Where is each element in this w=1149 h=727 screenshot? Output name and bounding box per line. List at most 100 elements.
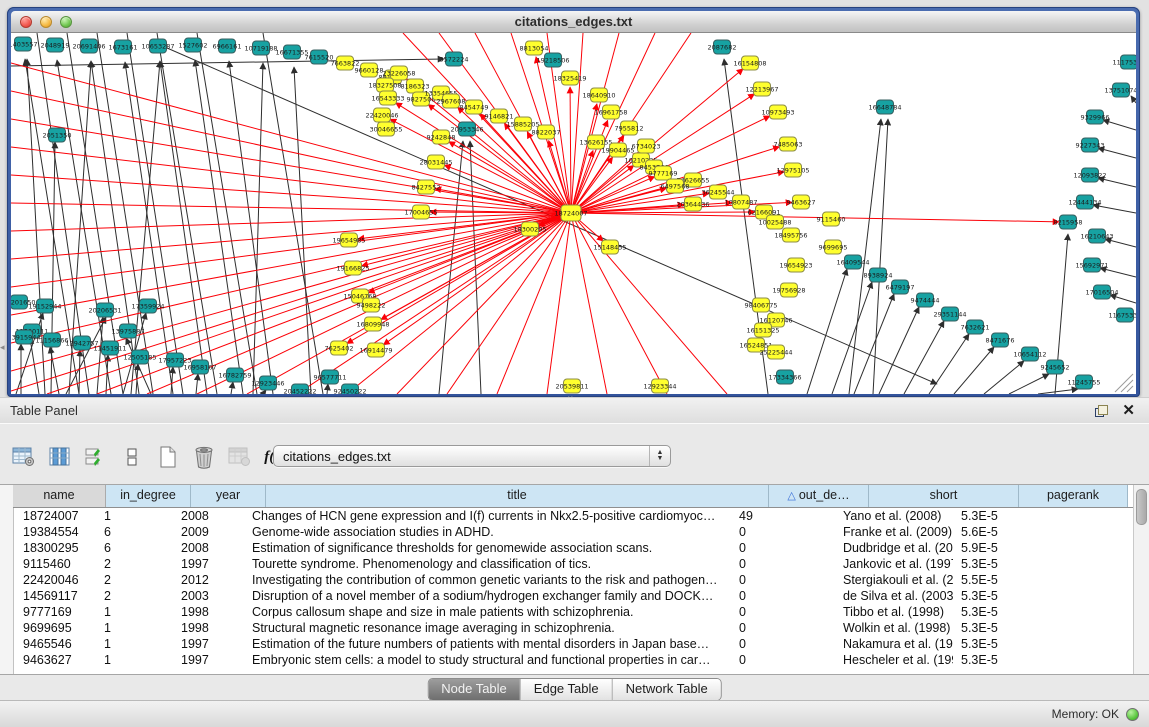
table-cell[interactable]: Yano et al. (2008) (823, 508, 953, 524)
table-cell[interactable]: 2003 (173, 588, 240, 604)
table-cell[interactable]: 0 (731, 636, 823, 652)
graph-node[interactable]: 29351144 (933, 307, 966, 321)
table-cell[interactable]: Stergiakouli et al. (2012) (823, 572, 953, 588)
column-header-year[interactable]: year (191, 485, 266, 507)
graph-node[interactable]: 2051350 (43, 128, 72, 142)
table-cell[interactable]: Tourette syndrome. Phenomenology and cla… (240, 556, 731, 572)
delete-rows-button[interactable] (190, 444, 217, 470)
graph-node[interactable]: 16210643 (1080, 229, 1113, 243)
graph-node[interactable]: 11245755 (1067, 375, 1100, 389)
graph-node[interactable]: 92450222 (333, 384, 366, 394)
tab-node-table[interactable]: Node Table (428, 679, 521, 700)
graph-node[interactable]: 20206531 (88, 303, 121, 317)
tab-edge-table[interactable]: Edge Table (521, 679, 613, 700)
graph-node[interactable]: 8813054 (520, 41, 549, 55)
table-cell[interactable]: 2008 (173, 508, 240, 524)
graph-node[interactable]: 12505185 (123, 350, 156, 364)
table-cell[interactable]: 1 (96, 636, 173, 652)
table-cell[interactable]: 1 (96, 508, 173, 524)
column-header-name[interactable]: name (13, 485, 106, 507)
graph-node[interactable]: 20539811 (555, 379, 588, 393)
graph-node[interactable]: 1673161 (109, 40, 138, 54)
table-row[interactable]: 1456911722003Disruption of a novel membe… (13, 588, 1134, 604)
graph-node[interactable]: 19218506 (536, 53, 569, 67)
table-cell[interactable]: 0 (731, 652, 823, 668)
close-panel-icon[interactable]: ✕ (1122, 404, 1135, 418)
graph-node[interactable]: 7955812 (615, 121, 644, 135)
graph-node[interactable]: 12923344 (643, 379, 676, 393)
table-cell[interactable]: 9777169 (13, 604, 96, 620)
new-document-button[interactable] (154, 444, 181, 470)
table-row[interactable]: 1872400712008Changes of HCN gene express… (13, 508, 1134, 524)
graph-node[interactable]: 19654985 (332, 233, 365, 247)
resize-grip-icon[interactable] (1121, 380, 1133, 392)
column-header-short[interactable]: short (869, 485, 1019, 507)
graph-node[interactable]: 9699695 (819, 240, 848, 254)
table-cell[interactable]: Corpus callosum shape and size in male p… (240, 604, 731, 620)
table-cell[interactable]: 5.9E-5 (953, 540, 1054, 556)
graph-node[interactable]: 8427552 (412, 180, 441, 194)
scrollbar-thumb[interactable] (1136, 489, 1147, 525)
table-row[interactable]: 1830029562008Estimation of significance … (13, 540, 1134, 556)
table-cell[interactable]: 5.5E-5 (953, 572, 1054, 588)
table-cell[interactable]: Genome-wide association studies in ADHD. (240, 524, 731, 540)
table-cell[interactable]: Structural magnetic resonance image aver… (240, 620, 731, 636)
table-cell[interactable]: Changes of HCN gene expression and I(f) … (240, 508, 731, 524)
table-cell[interactable]: 9115460 (13, 556, 96, 572)
graph-node[interactable]: 7632621 (961, 320, 990, 334)
table-cell[interactable]: 5.3E-5 (953, 508, 1054, 524)
graph-node[interactable]: 9463627 (787, 195, 816, 209)
graph-node[interactable]: 10973493 (761, 105, 794, 119)
table-cell[interactable]: 5.6E-5 (953, 524, 1054, 540)
table-cell[interactable]: 2 (96, 572, 173, 588)
table-cell[interactable]: Tibbo et al. (1998) (823, 604, 953, 620)
table-cell[interactable]: 0 (731, 604, 823, 620)
graph-node[interactable]: 17334366 (768, 370, 801, 384)
table-cell[interactable]: 2008 (173, 540, 240, 556)
graph-node[interactable]: 16648784 (868, 100, 901, 114)
table-row[interactable]: 2242004622012Investigating the contribut… (13, 572, 1134, 588)
table-cell[interactable]: 5.3E-5 (953, 620, 1054, 636)
table-cell[interactable]: Estimation of significance thresholds fo… (240, 540, 731, 556)
graph-node[interactable]: 2048919 (41, 38, 70, 52)
graph-node[interactable]: 8938924 (864, 268, 893, 282)
table-cell[interactable]: 18300295 (13, 540, 96, 556)
table-cell[interactable]: 5.3E-5 (953, 588, 1054, 604)
table-row[interactable]: 946362711997Embryonic stem cells: a mode… (13, 652, 1134, 668)
table-cell[interactable]: 1 (96, 620, 173, 636)
graph-node[interactable]: 16543333 (371, 91, 404, 105)
table-cell[interactable]: 0 (731, 524, 823, 540)
table-cell[interactable]: 19384554 (13, 524, 96, 540)
table-cell[interactable]: 1998 (173, 604, 240, 620)
table-cell[interactable]: 1997 (173, 652, 240, 668)
table-row[interactable]: 946554611997Estimation of the future num… (13, 636, 1134, 652)
table-cell[interactable]: 0 (731, 572, 823, 588)
column-header-in_degree[interactable]: in_degree (106, 485, 191, 507)
table-cell[interactable]: de Silva et al. (2003) (823, 588, 953, 604)
table-cell[interactable]: 49 (731, 508, 823, 524)
table-settings-button[interactable] (10, 444, 37, 470)
table-cell[interactable]: Franke et al. (2009) (823, 524, 953, 540)
table-cell[interactable]: 5.3E-5 (953, 604, 1054, 620)
table-cell[interactable]: Nakamura et al. (1997) (823, 636, 953, 652)
graph-node[interactable]: 10653287 (141, 39, 174, 53)
table-row[interactable]: 969969511998Structural magnetic resonanc… (13, 620, 1134, 636)
graph-node[interactable]: 1403557 (11, 37, 37, 51)
table-cell[interactable]: 1998 (173, 620, 240, 636)
table-cell[interactable]: Embryonic stem cells: a model to study s… (240, 652, 731, 668)
graph-node[interactable]: 12093822 (1073, 168, 1106, 182)
select-rows-button[interactable] (82, 444, 109, 470)
graph-node[interactable]: 11175366 (1112, 55, 1136, 69)
graph-node[interactable]: 8215958 (1054, 215, 1083, 229)
graph-node[interactable]: 19166825 (336, 261, 369, 275)
table-cell[interactable]: Jankovic et al. (1997) (823, 556, 953, 572)
resize-grip-icon[interactable] (1127, 386, 1133, 392)
table-cell[interactable]: 0 (731, 620, 823, 636)
graph-node[interactable]: 6966161 (213, 39, 242, 53)
table-cell[interactable]: 6 (96, 540, 173, 556)
graph-node[interactable]: 18325419 (553, 71, 586, 85)
panel-collapse-handle[interactable]: ◂ (0, 341, 7, 353)
graph-node[interactable]: 2087682 (708, 40, 737, 54)
graph-node[interactable]: 3572224 (440, 52, 469, 66)
graph-node[interactable]: 13751074 (1104, 83, 1136, 97)
